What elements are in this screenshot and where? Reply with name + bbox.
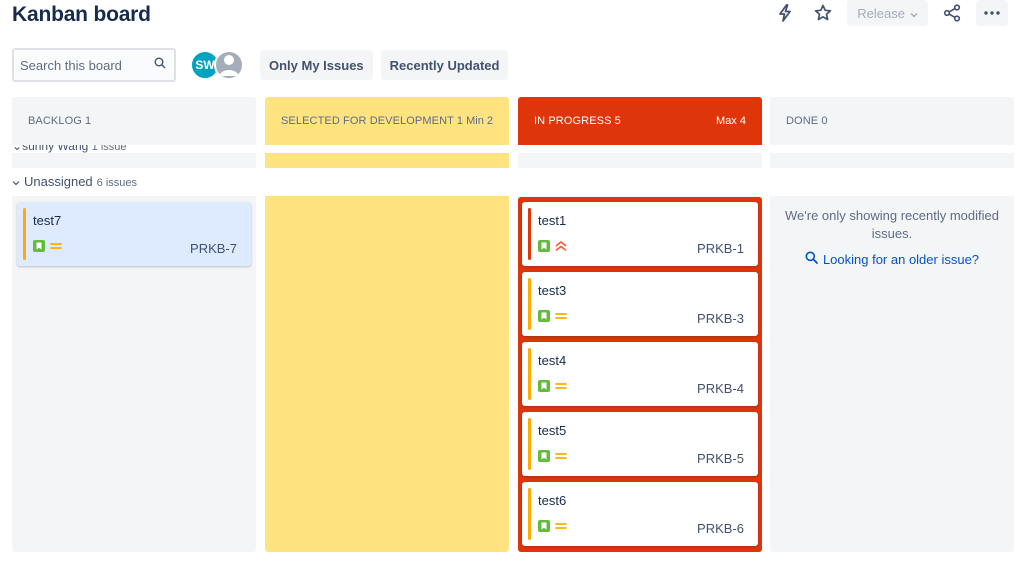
avatar-initials: SW (195, 58, 215, 72)
column-name: BACKLOG (28, 115, 82, 127)
automation-button[interactable] (771, 0, 799, 26)
medium-priority-icon (555, 379, 567, 393)
priority-bar (528, 348, 531, 400)
medium-priority-icon (50, 239, 62, 253)
swimlane-name: Unassigned (24, 174, 93, 189)
chevron-down-icon (910, 6, 918, 21)
chevron-down-icon: ⌄ (12, 145, 23, 153)
story-icon (538, 380, 550, 392)
issue-key: PRKB-4 (697, 381, 744, 396)
more-actions-button[interactable] (976, 0, 1008, 26)
done-column-message: We're only showing recently modified iss… (785, 208, 999, 241)
issue-card-prkb-7[interactable]: test7 PRKB-7 (17, 202, 251, 266)
release-button[interactable]: Release (847, 0, 928, 26)
column-title: SELECTED FOR DEVELOPMENT 1 (281, 115, 463, 127)
column-title: DONE 0 (786, 115, 828, 127)
issue-summary: test5 (538, 423, 567, 438)
issue-key: PRKB-1 (697, 241, 744, 256)
swimlane-title: ⌄sunny Wang 1 issue (12, 145, 127, 153)
older-issues-link-text: Looking for an older issue? (822, 251, 980, 267)
release-label: Release (857, 5, 905, 21)
quick-filter-only-my-issues[interactable]: Only My Issues (260, 50, 373, 80)
issue-summary: test7 (33, 213, 62, 228)
search-input[interactable] (20, 57, 140, 73)
search-box[interactable] (12, 48, 176, 82)
user-icon (216, 52, 242, 78)
medium-priority-icon (555, 449, 567, 463)
story-icon (538, 240, 550, 252)
story-icon (538, 310, 550, 322)
issue-key: PRKB-7 (190, 241, 237, 256)
more-icon (984, 11, 1000, 15)
column-count: 5 (614, 115, 621, 127)
column-count: 1 (456, 115, 464, 127)
priority-bar (528, 418, 531, 470)
swimlane-count: 1 issue (91, 145, 127, 153)
column-done (770, 97, 1014, 552)
column-constraint: Max 4 (716, 115, 746, 127)
issue-summary: test1 (538, 213, 567, 228)
avatar-filter: SW (190, 50, 244, 80)
priority-bar (23, 208, 26, 260)
board-toolbar: SW Only My Issues Recently Updated (12, 48, 509, 82)
search-icon (154, 56, 166, 74)
medium-priority-icon (555, 309, 567, 323)
star-icon (814, 4, 832, 22)
search-icon (805, 251, 818, 267)
issue-card-prkb-1[interactable]: test1 PRKB-1 (522, 202, 758, 266)
column-count: 0 (821, 115, 828, 127)
column-constraint: Min 2 (466, 115, 493, 127)
page-title: Kanban board (12, 3, 151, 26)
share-icon (943, 4, 961, 22)
swimlane-count: 6 issues (96, 177, 138, 189)
column-name: IN PROGRESS (534, 115, 612, 127)
star-button[interactable] (809, 0, 837, 26)
column-name: DONE (786, 115, 819, 127)
swimlane-header-unassigned[interactable]: Unassigned 6 issues (0, 168, 1024, 196)
column-selected-for-development (265, 97, 509, 552)
highest-priority-icon (555, 239, 567, 253)
priority-bar (528, 488, 531, 540)
priority-bar (528, 208, 531, 260)
column-header-in-progress: IN PROGRESS 5 Max 4 (518, 97, 762, 145)
story-icon (538, 520, 550, 532)
share-button[interactable] (938, 0, 966, 26)
issue-card-prkb-5[interactable]: test5 PRKB-5 (522, 412, 758, 476)
issue-card-prkb-4[interactable]: test4 PRKB-4 (522, 342, 758, 406)
column-title: BACKLOG 1 (28, 115, 91, 127)
issue-summary: test6 (538, 493, 567, 508)
older-issues-link[interactable]: Looking for an older issue? (770, 251, 1014, 267)
column-header-backlog: BACKLOG 1 (12, 97, 256, 145)
avatar-unassigned[interactable] (214, 50, 244, 80)
issue-key: PRKB-3 (697, 311, 744, 326)
medium-priority-icon (555, 519, 567, 533)
quick-filter-recently-updated[interactable]: Recently Updated (380, 50, 509, 80)
column-header-selected-for-development: SELECTED FOR DEVELOPMENT 1 Min 2 (265, 97, 509, 145)
issue-summary: test3 (538, 283, 567, 298)
column-title: IN PROGRESS 5 (534, 115, 621, 127)
board-actions: Release (771, 0, 1008, 26)
swimlane-name: sunny Wang (22, 145, 89, 153)
column-backlog (12, 97, 256, 552)
lightning-icon (777, 4, 793, 22)
column-name: SELECTED FOR DEVELOPMENT (281, 115, 454, 127)
priority-bar (528, 278, 531, 330)
column-count: 1 (85, 115, 92, 127)
swimlane-title: Unassigned 6 issues (12, 174, 137, 189)
issue-card-prkb-3[interactable]: test3 PRKB-3 (522, 272, 758, 336)
story-icon (33, 240, 45, 252)
issue-card-prkb-6[interactable]: test6 PRKB-6 (522, 482, 758, 546)
swimlane-header-sunny-wang[interactable]: ⌄sunny Wang 1 issue (0, 145, 1024, 153)
issue-key: PRKB-5 (697, 451, 744, 466)
chevron-down-icon (12, 174, 20, 189)
column-header-done: DONE 0 (770, 97, 1014, 145)
issue-key: PRKB-6 (697, 521, 744, 536)
issue-summary: test4 (538, 353, 567, 368)
story-icon (538, 450, 550, 462)
